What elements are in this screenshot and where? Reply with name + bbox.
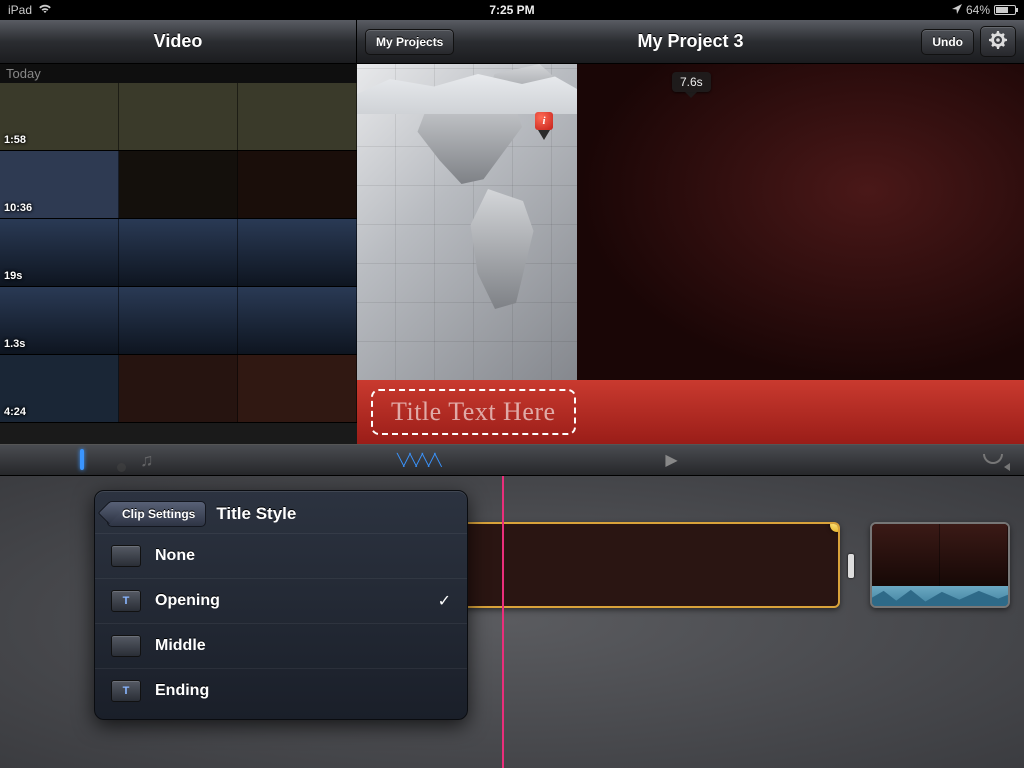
- transition-marker[interactable]: [848, 554, 854, 578]
- library-title: Video: [0, 20, 357, 63]
- style-thumb-icon: [111, 635, 141, 657]
- style-thumb-icon: [111, 545, 141, 567]
- library-section-label: Today: [0, 64, 357, 83]
- device-label: iPad: [8, 3, 32, 17]
- wifi-icon: [38, 3, 52, 17]
- location-icon: [952, 3, 962, 17]
- title-style-ending[interactable]: T Ending: [95, 668, 467, 713]
- battery-icon: [994, 5, 1016, 15]
- library-clip[interactable]: 1:58: [0, 83, 357, 151]
- settings-button[interactable]: [980, 26, 1016, 57]
- location-globe: i: [357, 64, 577, 380]
- play-button[interactable]: ▶: [665, 450, 677, 470]
- clip-duration: 1.3s: [4, 338, 25, 350]
- style-thumb-icon: T: [111, 590, 141, 612]
- timeline-clip[interactable]: [440, 522, 840, 608]
- clip-duration: 1:58: [4, 134, 26, 146]
- media-library: Today 1:58 10:36 19s 1.3s 4:24: [0, 64, 357, 444]
- title-overlay-band: Title Text Here: [357, 380, 1024, 444]
- title-style-middle[interactable]: Middle: [95, 623, 467, 668]
- playhead[interactable]: [502, 476, 504, 768]
- clip-settings-back-button[interactable]: Clip Settings: [107, 501, 206, 527]
- library-clip[interactable]: 1.3s: [0, 287, 357, 355]
- title-style-none[interactable]: None: [95, 533, 467, 578]
- audio-tab-icon[interactable]: ♫: [140, 450, 154, 471]
- waveform-icon[interactable]: ╲╱╲╱╲╱╲: [397, 453, 441, 467]
- project-title: My Project 3: [637, 31, 743, 52]
- map-pin-icon: i: [535, 112, 553, 140]
- title-style-popover: Clip Settings Title Style None T Opening…: [94, 490, 468, 720]
- video-preview[interactable]: 7.6s: [577, 64, 1024, 380]
- my-projects-button[interactable]: My Projects: [365, 29, 454, 55]
- playhead-time-badge: 7.6s: [672, 72, 711, 92]
- style-thumb-icon: T: [111, 680, 141, 702]
- clip-trim-handle[interactable]: [830, 522, 840, 532]
- library-clip[interactable]: 4:24: [0, 355, 357, 423]
- toolbar: ♫ ╲╱╲╱╲╱╲ ▶: [0, 444, 1024, 476]
- video-tab-icon[interactable]: [80, 451, 84, 469]
- clock: 7:25 PM: [489, 3, 534, 17]
- timeline-clip[interactable]: [870, 522, 1010, 608]
- title-placeholder: Title Text Here: [391, 397, 556, 426]
- checkmark-icon: ✓: [438, 591, 451, 611]
- status-bar: iPad 7:25 PM 64%: [0, 0, 1024, 20]
- preview-panel: i 7.6s Title Text Here: [357, 64, 1024, 444]
- library-clip[interactable]: 19s: [0, 219, 357, 287]
- audio-waveform: [872, 586, 1008, 608]
- clip-duration: 4:24: [4, 406, 26, 418]
- clip-duration: 10:36: [4, 202, 32, 214]
- app-header: Video My Projects My Project 3 Undo: [0, 20, 1024, 64]
- clip-duration: 19s: [4, 270, 22, 282]
- battery-pct: 64%: [966, 3, 990, 17]
- library-clip[interactable]: 10:36: [0, 151, 357, 219]
- title-style-opening[interactable]: T Opening ✓: [95, 578, 467, 623]
- popover-title: Title Style: [216, 504, 296, 524]
- title-text-field[interactable]: Title Text Here: [371, 389, 576, 435]
- gear-icon: [989, 37, 1007, 52]
- undo-button[interactable]: Undo: [921, 29, 974, 55]
